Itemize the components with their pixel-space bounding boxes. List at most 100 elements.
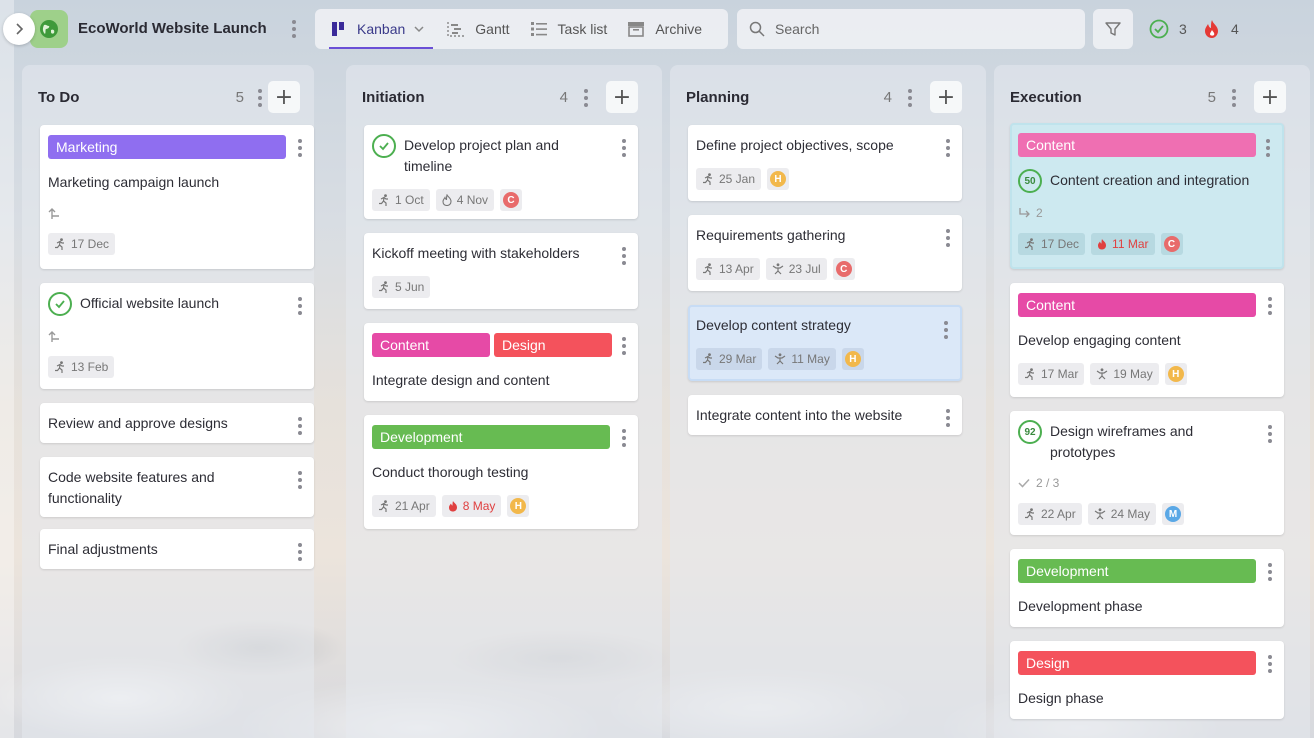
task-card[interactable]: 92 Design wireframes and prototypes 2 / … — [1010, 411, 1284, 535]
task-card[interactable]: Design Design phase — [1010, 641, 1284, 719]
card-menu-button[interactable] — [618, 429, 630, 447]
start-date-chip[interactable]: 1 Oct — [372, 189, 430, 211]
task-card[interactable]: Code website features and functionality — [40, 457, 314, 517]
globe-icon — [40, 20, 58, 38]
overdue-stat[interactable]: 4 — [1203, 19, 1239, 39]
search-input[interactable] — [775, 21, 1075, 37]
chevron-right-icon — [16, 23, 24, 35]
task-card[interactable]: Development Development phase — [1010, 549, 1284, 627]
card-menu-button[interactable] — [294, 543, 306, 561]
tag-development: Development — [372, 425, 610, 449]
card-menu-button[interactable] — [618, 139, 630, 157]
start-date-chip[interactable]: 17 Dec — [48, 233, 116, 255]
card-menu-button[interactable] — [294, 471, 306, 489]
completed-count: 3 — [1179, 21, 1187, 37]
add-card-button[interactable]: + — [606, 81, 638, 113]
due-date-chip[interactable]: 8 May — [441, 495, 502, 517]
task-card[interactable]: Final adjustments — [40, 529, 314, 569]
card-title: Develop content strategy — [696, 317, 851, 333]
start-date: 13 Apr — [719, 262, 754, 276]
start-date-chip[interactable]: 13 Apr — [696, 258, 760, 280]
completed-stat[interactable]: 3 — [1149, 19, 1187, 39]
task-card-selected[interactable]: Content 50 Content creation and integrat… — [1010, 123, 1284, 269]
start-date: 13 Feb — [71, 360, 109, 374]
task-card[interactable]: Define project objectives, scope 25 Jan … — [688, 125, 962, 201]
tab-kanban[interactable]: Kanban — [328, 9, 434, 49]
due-date-chip[interactable]: 19 May — [1090, 363, 1159, 385]
add-card-button[interactable]: + — [1254, 81, 1286, 113]
assignee-avatar[interactable]: H — [767, 168, 790, 190]
add-card-button[interactable]: + — [930, 81, 962, 113]
checklist-count[interactable]: 2 / 3 — [1018, 475, 1256, 491]
task-card[interactable]: Official website launch 13 Feb — [40, 283, 314, 389]
assignee-avatar[interactable]: C — [1160, 233, 1183, 255]
card-menu-button[interactable] — [942, 229, 954, 247]
project-title[interactable]: EcoWorld Website Launch — [78, 20, 267, 37]
due-date-chip[interactable]: 24 May — [1087, 503, 1157, 525]
start-date-chip[interactable]: 22 Apr — [1018, 503, 1082, 525]
start-date-chip[interactable]: 25 Jan — [696, 168, 762, 190]
task-card[interactable]: Integrate content into the website — [688, 395, 962, 435]
due-date-chip[interactable]: 11 May — [768, 348, 836, 370]
start-date: 17 Dec — [71, 237, 110, 251]
task-card-selected[interactable]: Develop content strategy 29 Mar 11 May H — [688, 305, 962, 381]
assignee-avatar[interactable]: H — [507, 495, 530, 517]
start-date-chip[interactable]: 17 Dec — [1018, 233, 1086, 255]
completed-check-icon[interactable] — [48, 292, 72, 316]
start-date-chip[interactable]: 29 Mar — [696, 348, 763, 370]
column-menu-button[interactable] — [254, 89, 266, 107]
start-date-chip[interactable]: 5 Jun — [372, 276, 431, 298]
completed-check-icon[interactable] — [372, 134, 396, 158]
tab-task-list[interactable]: Task list — [530, 9, 607, 49]
card-menu-button[interactable] — [940, 321, 952, 339]
assignee-avatar[interactable]: H — [841, 348, 864, 370]
card-menu-button[interactable] — [1264, 297, 1276, 315]
due-date-chip[interactable]: 4 Nov — [435, 189, 495, 211]
tab-archive[interactable]: Archive — [627, 9, 702, 49]
card-menu-button[interactable] — [1264, 655, 1276, 673]
checkmark-icon — [1018, 478, 1030, 488]
start-date-chip[interactable]: 21 Apr — [372, 495, 436, 517]
assignee-avatar[interactable]: M — [1162, 503, 1185, 525]
task-card[interactable]: Content Develop engaging content 17 Mar … — [1010, 283, 1284, 397]
column-menu-button[interactable] — [580, 89, 592, 107]
project-menu-button[interactable] — [288, 19, 300, 39]
add-card-button[interactable]: + — [268, 81, 300, 113]
sidebar-toggle-button[interactable] — [3, 13, 35, 45]
column-menu-button[interactable] — [1228, 89, 1240, 107]
card-menu-button[interactable] — [618, 337, 630, 355]
column-planning: Planning 4 + Define project objectives, … — [670, 65, 986, 738]
tab-gantt[interactable]: Gantt — [447, 9, 510, 49]
card-menu-button[interactable] — [942, 409, 954, 427]
task-card[interactable]: Content Design Integrate design and cont… — [364, 323, 638, 401]
due-date-chip[interactable]: 23 Jul — [765, 258, 827, 280]
start-date-chip[interactable]: 13 Feb — [48, 356, 115, 378]
card-menu-button[interactable] — [1264, 563, 1276, 581]
card-menu-button[interactable] — [942, 139, 954, 157]
card-menu-button[interactable] — [1262, 139, 1274, 157]
card-menu-button[interactable] — [294, 417, 306, 435]
task-card[interactable]: Kickoff meeting with stakeholders 5 Jun — [364, 233, 638, 309]
card-menu-button[interactable] — [1264, 425, 1276, 443]
checklist-count-label: 2 / 3 — [1036, 476, 1060, 490]
column-menu-button[interactable] — [904, 89, 916, 107]
subtask-count[interactable]: 2 — [1018, 205, 1256, 221]
due-date-chip[interactable]: 11 Mar — [1091, 233, 1155, 255]
task-card[interactable]: Requirements gathering 13 Apr 23 Jul C — [688, 215, 962, 291]
assignee-avatar[interactable]: C — [832, 258, 855, 280]
task-card[interactable]: Develop project plan and timeline 1 Oct … — [364, 125, 638, 219]
running-person-icon — [1025, 508, 1034, 520]
card-menu-button[interactable] — [618, 247, 630, 265]
card-menu-button[interactable] — [294, 297, 306, 315]
filter-button[interactable] — [1093, 9, 1133, 49]
running-person-icon — [703, 353, 712, 365]
assignee-avatar[interactable]: C — [500, 189, 523, 211]
task-card[interactable]: Marketing Marketing campaign launch 17 D… — [40, 125, 314, 269]
assignee-avatar[interactable]: H — [1164, 363, 1187, 385]
project-icon[interactable] — [30, 10, 68, 48]
start-date-chip[interactable]: 17 Mar — [1018, 363, 1085, 385]
card-title: Design phase — [1018, 690, 1104, 706]
card-menu-button[interactable] — [294, 139, 306, 157]
task-card[interactable]: Review and approve designs — [40, 403, 314, 443]
task-card[interactable]: Development Conduct thorough testing 21 … — [364, 415, 638, 529]
